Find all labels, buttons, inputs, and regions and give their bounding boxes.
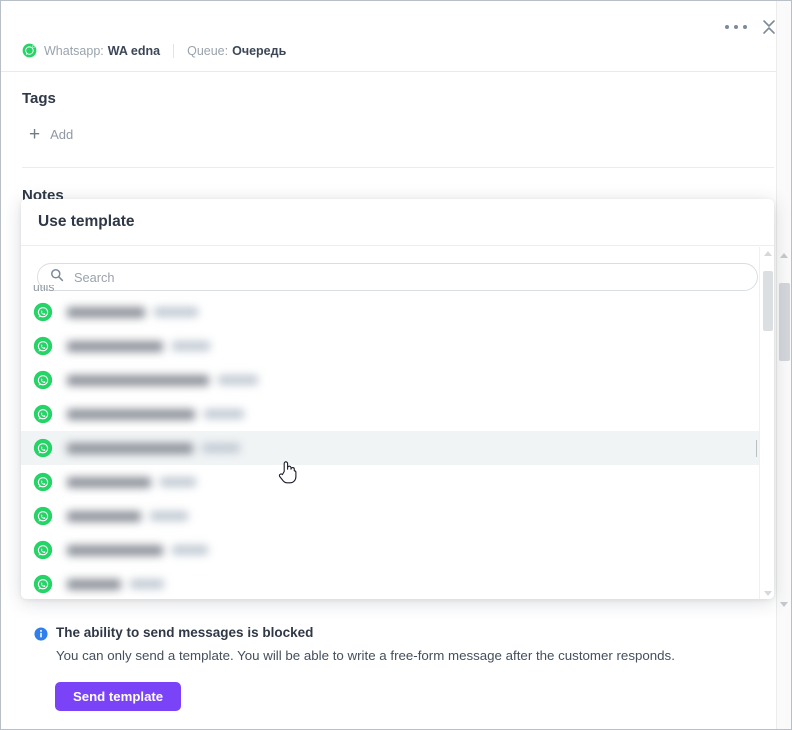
whatsapp-icon bbox=[33, 404, 53, 424]
add-tag-label: Add bbox=[50, 127, 74, 142]
separator bbox=[173, 43, 175, 58]
template-locale-tag bbox=[172, 545, 208, 555]
template-locale-tag bbox=[172, 341, 210, 351]
row-edge-marker bbox=[755, 440, 757, 457]
queue-label: Queue: bbox=[187, 43, 229, 58]
template-locale-tag bbox=[130, 579, 164, 589]
channel-info: Whatsapp: WA edna Queue: Очередь bbox=[22, 43, 286, 58]
whatsapp-icon bbox=[33, 302, 53, 322]
template-list-item[interactable] bbox=[21, 567, 759, 599]
plus-icon: + bbox=[29, 124, 41, 145]
template-locale-tag bbox=[150, 511, 188, 521]
template-locale-tag bbox=[154, 307, 198, 317]
template-name-redacted bbox=[67, 544, 208, 556]
use-template-dialog: Use template utils bbox=[21, 199, 774, 599]
channel-value: WA edna bbox=[107, 43, 161, 58]
template-name-redacted bbox=[67, 340, 210, 352]
blocked-notice-heading: The ability to send messages is blocked bbox=[34, 625, 754, 641]
whatsapp-icon bbox=[33, 574, 53, 594]
template-group-label: utils bbox=[33, 285, 55, 294]
template-name bbox=[67, 408, 195, 420]
template-locale-tag bbox=[204, 409, 244, 419]
template-locale-tag bbox=[218, 375, 258, 385]
whatsapp-icon bbox=[33, 438, 53, 458]
panel-topbar bbox=[1, 1, 791, 72]
template-list-scrollbar[interactable] bbox=[759, 247, 774, 599]
queue-value: Очередь bbox=[232, 43, 287, 58]
info-icon bbox=[34, 627, 48, 641]
search-area bbox=[37, 263, 758, 291]
scroll-down-icon[interactable] bbox=[780, 602, 788, 607]
list-scroll-down-icon[interactable] bbox=[764, 591, 772, 596]
whatsapp-icon bbox=[33, 506, 53, 526]
template-list-item[interactable] bbox=[21, 397, 759, 431]
template-name-redacted bbox=[67, 374, 258, 386]
list-scroll-up-icon[interactable] bbox=[764, 251, 772, 256]
template-name bbox=[67, 544, 163, 556]
template-name bbox=[67, 578, 121, 590]
template-list-item[interactable] bbox=[21, 431, 759, 465]
template-list-item[interactable] bbox=[21, 533, 759, 567]
template-list-item[interactable] bbox=[21, 295, 759, 329]
template-list-rows bbox=[21, 295, 759, 599]
template-name bbox=[67, 374, 209, 386]
search-input[interactable] bbox=[72, 268, 713, 286]
window-actions bbox=[725, 18, 777, 36]
dialog-title: Use template bbox=[38, 213, 135, 230]
template-name-redacted bbox=[67, 476, 196, 488]
search-icon bbox=[50, 268, 64, 287]
search-box[interactable] bbox=[37, 263, 758, 291]
app-window: Whatsapp: WA edna Queue: Очередь Tags + … bbox=[0, 0, 792, 730]
template-name-redacted bbox=[67, 442, 240, 454]
template-name-redacted bbox=[67, 578, 164, 590]
template-name bbox=[67, 340, 163, 352]
template-list-item[interactable] bbox=[21, 363, 759, 397]
channel-label: Whatsapp: bbox=[44, 43, 104, 58]
tags-section-title: Tags bbox=[22, 90, 56, 107]
scroll-up-icon[interactable] bbox=[780, 253, 788, 258]
page-scrollbar-thumb[interactable] bbox=[779, 283, 790, 361]
section-divider bbox=[22, 167, 774, 168]
blocked-notice-description: You can only send a template. You will b… bbox=[56, 648, 675, 663]
template-name bbox=[67, 476, 151, 488]
template-name bbox=[67, 306, 145, 318]
template-name-redacted bbox=[67, 408, 244, 420]
template-list-item[interactable] bbox=[21, 329, 759, 363]
template-name bbox=[67, 510, 141, 522]
whatsapp-icon bbox=[33, 472, 53, 492]
template-locale-tag bbox=[160, 477, 196, 487]
whatsapp-icon bbox=[33, 540, 53, 560]
template-list-item[interactable] bbox=[21, 499, 759, 533]
page-scrollbar[interactable] bbox=[776, 1, 791, 729]
whatsapp-icon bbox=[33, 370, 53, 390]
template-locale-tag bbox=[202, 443, 240, 453]
whatsapp-icon bbox=[33, 336, 53, 356]
template-name-redacted bbox=[67, 306, 198, 318]
template-list-scrollbar-thumb[interactable] bbox=[763, 271, 773, 331]
template-list-item[interactable] bbox=[21, 465, 759, 499]
dialog-header: Use template bbox=[21, 199, 774, 246]
template-list[interactable] bbox=[21, 295, 774, 599]
template-name bbox=[67, 442, 193, 454]
collapse-icon[interactable] bbox=[761, 18, 777, 36]
whatsapp-icon bbox=[22, 43, 37, 58]
add-tag-button[interactable]: + Add bbox=[29, 125, 73, 144]
template-name-redacted bbox=[67, 510, 188, 522]
blocked-notice-title: The ability to send messages is blocked bbox=[56, 625, 314, 640]
blocked-notice: The ability to send messages is blocked … bbox=[34, 625, 754, 663]
more-actions-icon[interactable] bbox=[725, 19, 747, 35]
send-template-button[interactable]: Send template bbox=[55, 682, 182, 711]
